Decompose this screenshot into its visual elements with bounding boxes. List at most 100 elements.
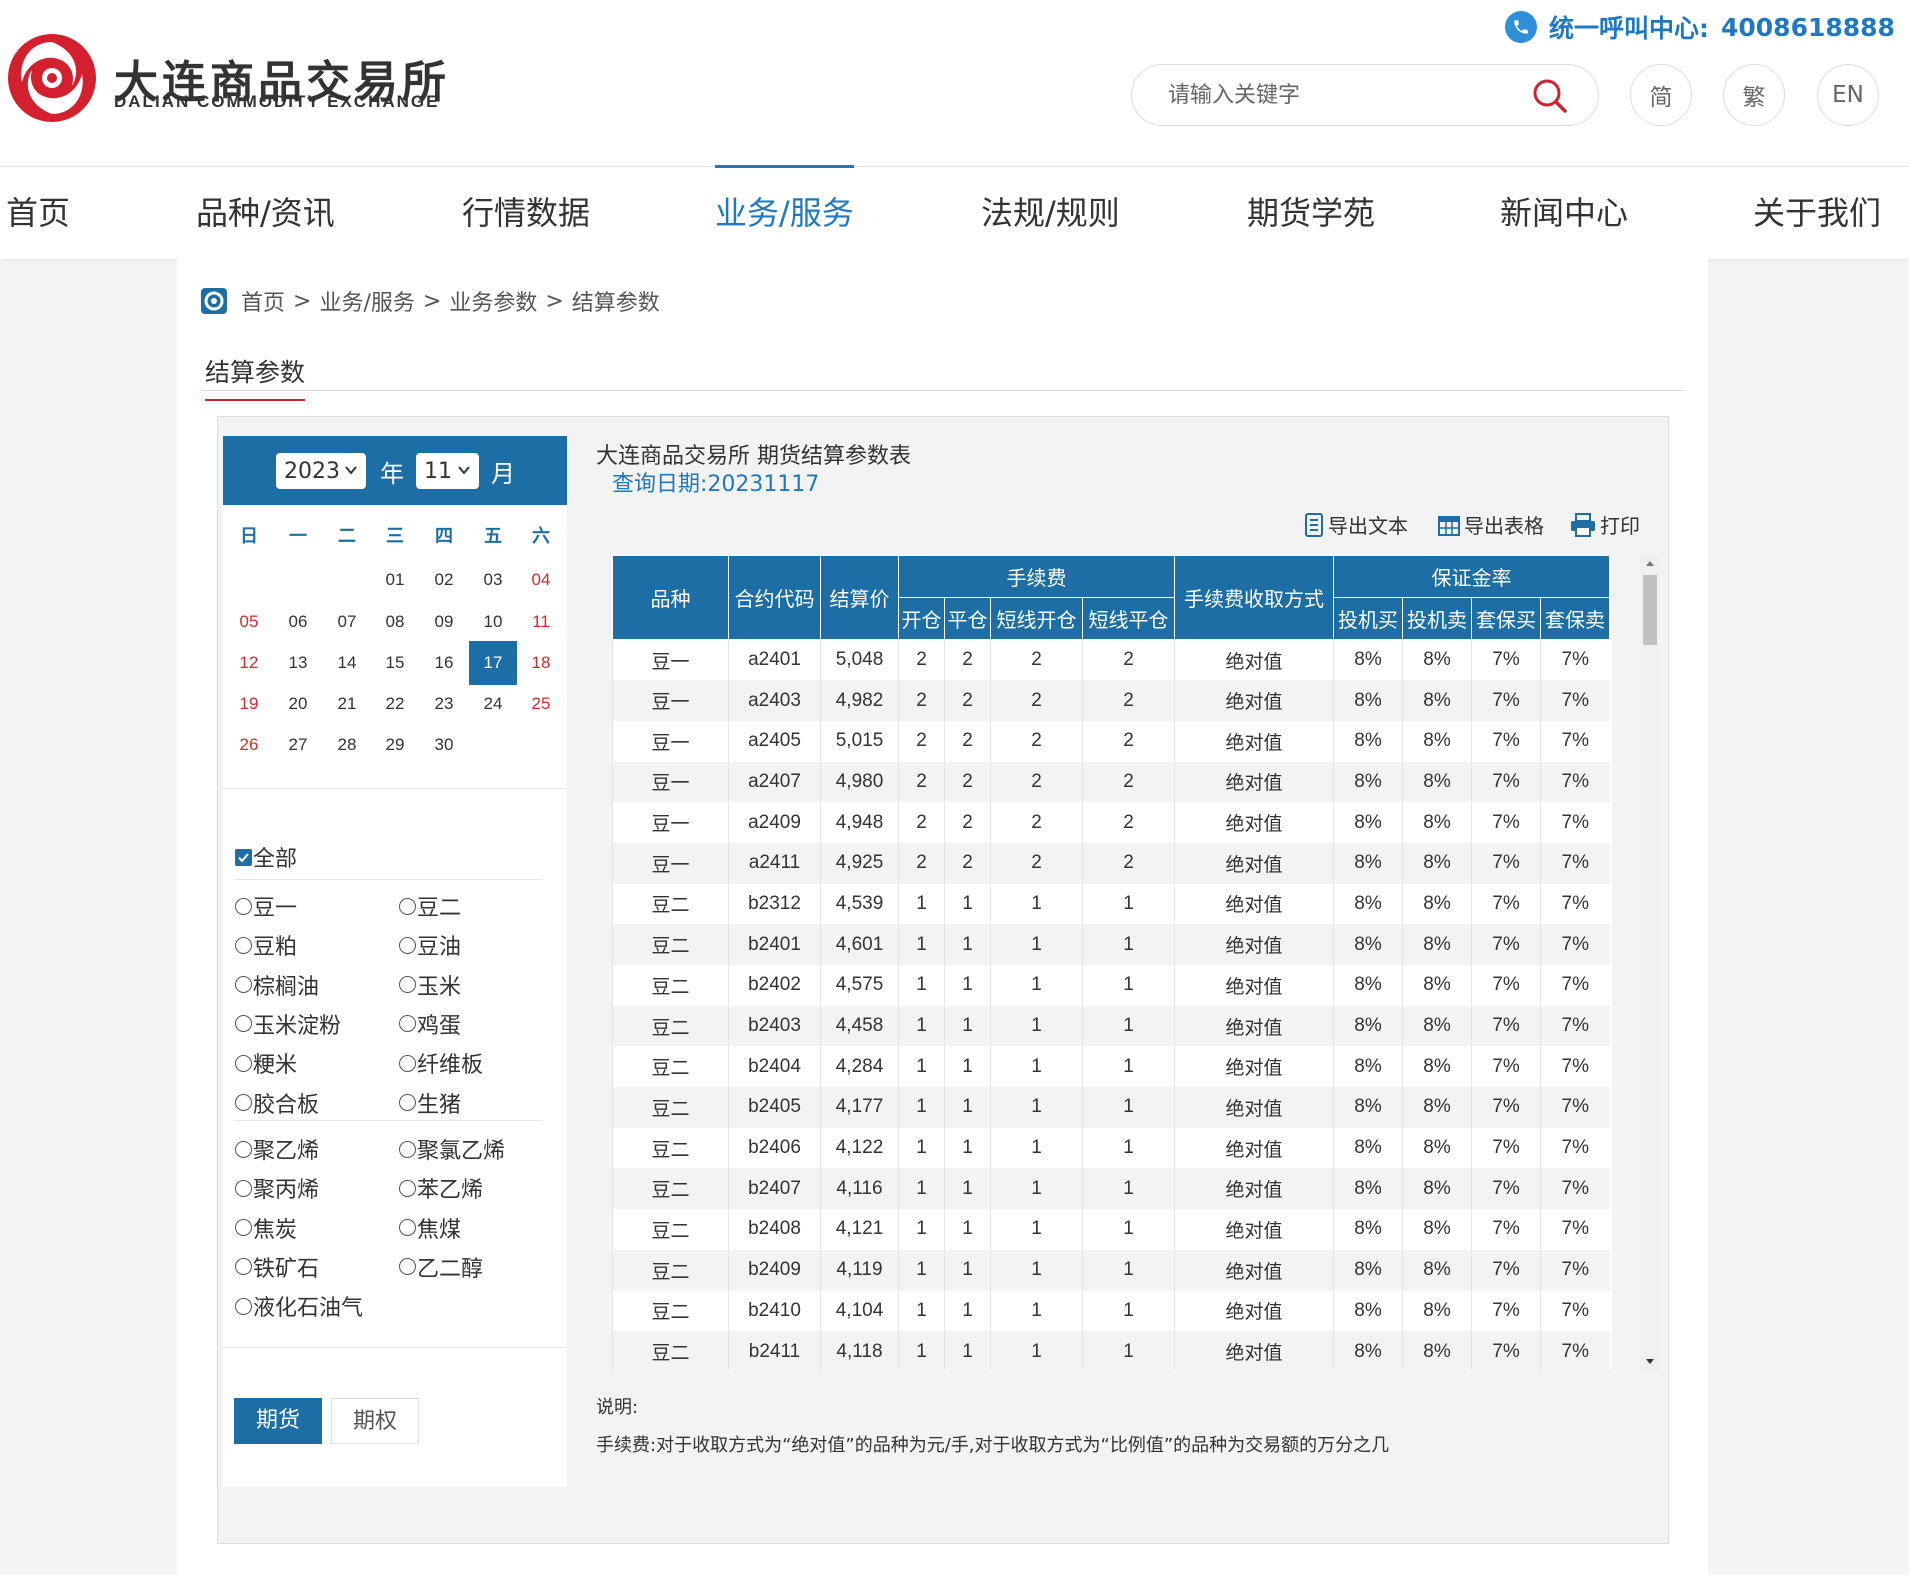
nav-futures-academy[interactable]: 期货学苑 [1247,167,1375,260]
scroll-up-icon[interactable] [1640,555,1660,571]
scroll-thumb[interactable] [1643,575,1657,645]
table-cell: 绝对值 [1174,802,1334,843]
calendar-day[interactable]: 05 [225,600,273,644]
lang-simplified-button[interactable]: 简 [1630,64,1692,126]
weekday-tue: 二 [338,526,356,547]
calendar-day[interactable]: 11 [517,600,565,644]
calendar-day[interactable]: 13 [274,641,322,685]
calendar-day[interactable]: 18 [517,641,565,685]
year-select[interactable]: 2023 [276,453,366,489]
calendar-day[interactable]: 10 [469,600,517,644]
calendar-day[interactable]: 21 [323,682,371,726]
calendar-day[interactable]: 08 [371,600,419,644]
table-cell: 绝对值 [1174,761,1334,803]
calendar-day[interactable]: 19 [225,682,273,726]
radio-circle-icon [235,1094,252,1111]
calendar-day[interactable]: 03 [469,558,517,602]
print-button[interactable]: 打印 [1570,510,1640,539]
table-cell: b2401 [728,924,821,965]
table-cell: 1 [898,1005,945,1047]
options-tab[interactable]: 期权 [331,1398,419,1444]
calendar-day[interactable]: 24 [469,682,517,726]
variety-radio[interactable]: 焦煤 [399,1212,461,1244]
variety-radio[interactable]: 生猪 [399,1087,461,1119]
table-row: 豆一 a2411 4,925 2 2 2 2 绝对值 8% 8% 7% 7% [612,842,1610,884]
header-contract-code: 合约代码 [728,555,821,640]
calendar-day[interactable]: 20 [274,682,322,726]
table-cell: 4,118 [820,1331,899,1370]
calendar-day[interactable]: 28 [323,723,371,767]
table-cell: 4,284 [820,1046,899,1088]
calendar-day[interactable]: 23 [420,682,468,726]
nav-market-data[interactable]: 行情数据 [462,167,590,260]
variety-radio[interactable]: 鸡蛋 [399,1008,461,1040]
search-icon[interactable] [1532,78,1568,114]
lang-english-button[interactable]: EN [1817,64,1879,126]
export-text-button[interactable]: 导出文本 [1304,510,1408,539]
table-cell: 2 [990,761,1083,803]
variety-radio[interactable]: 豆油 [399,929,461,961]
nav-business-services[interactable]: 业务/服务 [715,165,854,260]
breadcrumb-home[interactable]: 首页 [241,285,285,317]
variety-radio[interactable]: 乙二醇 [399,1251,483,1283]
calendar-day[interactable]: 07 [323,600,371,644]
breadcrumb-business-services[interactable]: 业务/服务 [319,285,414,317]
variety-radio[interactable]: 苯乙烯 [399,1172,483,1204]
calendar-day[interactable]: 06 [274,600,322,644]
variety-radio[interactable]: 豆粕 [235,929,297,961]
futures-tab[interactable]: 期货 [234,1398,322,1444]
calendar-day[interactable]: 29 [371,723,419,767]
radio-circle-icon [235,1054,252,1072]
variety-radio[interactable]: 豆二 [399,890,461,922]
table-cell: 7% [1471,883,1541,925]
variety-radio[interactable]: 纤维板 [399,1047,483,1079]
calendar-day[interactable]: 04 [517,558,565,602]
month-select[interactable]: 11 [416,453,479,489]
nav-about-us[interactable]: 关于我们 [1753,167,1881,260]
variety-radio[interactable]: 聚氯乙烯 [399,1133,505,1165]
calendar-day[interactable]: 15 [371,641,419,685]
logo-text-en: DALIAN COMMODITY EXCHANGE [114,92,440,111]
header-fee-group: 手续费 [898,555,1175,598]
dce-logo-icon[interactable] [6,32,98,124]
calendar-day[interactable]: 12 [225,641,273,685]
calendar-day[interactable]: 16 [420,641,468,685]
calendar-day[interactable]: 14 [323,641,371,685]
variety-radio[interactable]: 豆一 [235,890,297,922]
variety-radio[interactable]: 粳米 [235,1047,297,1079]
header-spec-sell: 投机卖 [1402,597,1472,640]
breadcrumb-business-params[interactable]: 业务参数 [449,285,537,317]
nav-regulations[interactable]: 法规/规则 [981,167,1120,260]
nav-news-center[interactable]: 新闻中心 [1500,167,1628,260]
calendar-day[interactable]: 25 [517,682,565,726]
settlement-table-container[interactable]: 品种 合约代码 结算价 手续费 手续费收取方式 保证金率 开仓 平仓 短线开仓 … [612,555,1612,1370]
nav-varieties-info[interactable]: 品种/资讯 [196,167,335,260]
calendar-day[interactable]: 09 [420,600,468,644]
variety-radio[interactable]: 焦炭 [235,1212,297,1244]
all-checkbox[interactable]: 全部 [235,841,297,873]
export-table-button[interactable]: 导出表格 [1438,510,1544,539]
scroll-down-icon[interactable] [1640,1354,1660,1370]
hotline-number[interactable]: 4008618888 [1721,13,1895,42]
calendar-day[interactable]: 17 [469,641,517,685]
nav-home[interactable]: 首页 [6,167,70,260]
table-cell: a2409 [728,802,821,843]
variety-radio[interactable]: 棕榈油 [235,969,319,1001]
variety-radio[interactable]: 玉米淀粉 [235,1008,341,1040]
calendar-day[interactable]: 02 [420,558,468,602]
variety-radio[interactable]: 铁矿石 [235,1251,319,1283]
breadcrumb-separator: > [293,288,312,314]
calendar-day[interactable]: 30 [420,723,468,767]
calendar-day[interactable]: 27 [274,723,322,767]
variety-radio[interactable]: 聚丙烯 [235,1172,319,1204]
search-input[interactable] [1168,77,1528,113]
variety-radio[interactable]: 液化石油气 [235,1290,363,1322]
calendar-day[interactable]: 01 [371,558,419,602]
variety-radio[interactable]: 胶合板 [235,1087,319,1119]
table-scrollbar[interactable] [1640,555,1660,1370]
variety-radio[interactable]: 聚乙烯 [235,1133,319,1165]
variety-radio[interactable]: 玉米 [399,969,461,1001]
calendar-day[interactable]: 26 [225,723,273,767]
calendar-day[interactable]: 22 [371,682,419,726]
lang-traditional-button[interactable]: 繁 [1723,64,1785,126]
